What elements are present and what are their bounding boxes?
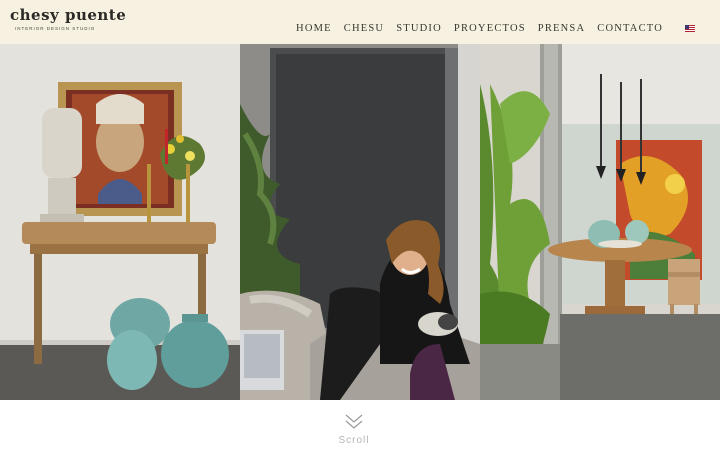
scroll-label: Scroll: [338, 435, 370, 446]
nav-proyectos[interactable]: PROYECTOS: [454, 23, 526, 35]
hero-gallery: [0, 44, 720, 400]
nav-prensa[interactable]: PRENSA: [538, 23, 585, 35]
site-logo[interactable]: chesy puente INTERIOR DESIGN STUDIO: [10, 6, 126, 36]
us-flag-icon[interactable]: [685, 25, 695, 32]
main-nav: HOME CHESU STUDIO PROYECTOS PRENSA CONTA…: [296, 23, 663, 35]
logo-tagline: INTERIOR DESIGN STUDIO: [15, 26, 96, 31]
dining-room-photo: [480, 44, 720, 400]
double-chevron-down-icon: [345, 414, 363, 429]
nav-studio[interactable]: STUDIO: [396, 23, 442, 35]
console-table-photo: [0, 44, 240, 400]
scroll-down-button[interactable]: Scroll: [334, 410, 374, 450]
nav-contacto[interactable]: CONTACTO: [597, 23, 663, 35]
logo-name: chesy puente: [10, 6, 127, 24]
site-header: chesy puente INTERIOR DESIGN STUDIO HOME…: [0, 0, 720, 44]
designer-portrait-photo: [240, 44, 480, 400]
nav-home[interactable]: HOME: [296, 23, 332, 35]
nav-chesu[interactable]: CHESU: [344, 23, 384, 35]
